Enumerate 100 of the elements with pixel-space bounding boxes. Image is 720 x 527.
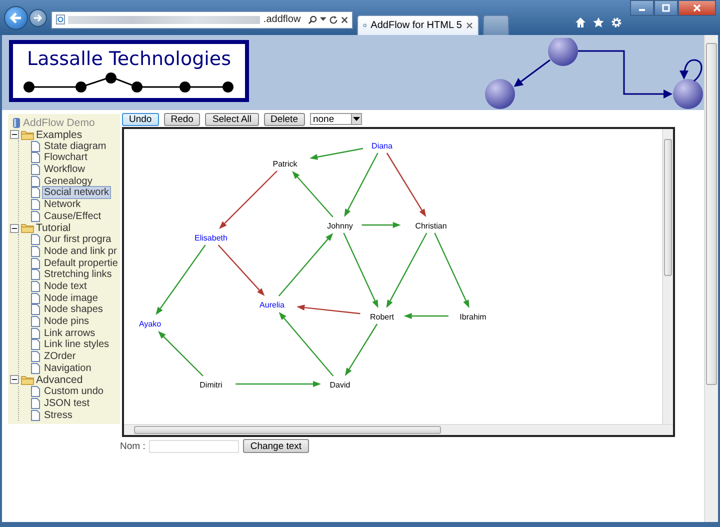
tree-item[interactable]: Node shapes: [43, 304, 104, 316]
node-label[interactable]: Ayako: [138, 320, 162, 328]
tree-item[interactable]: State diagram: [43, 140, 108, 152]
search-icon[interactable]: [308, 14, 317, 24]
link-arrow[interactable]: [386, 152, 426, 217]
tree-item[interactable]: Our first progra: [43, 234, 112, 246]
document-icon: [31, 410, 40, 421]
node-label[interactable]: David: [330, 380, 350, 390]
link-arrow[interactable]: [310, 148, 364, 160]
toolbar-button[interactable]: Delete: [264, 112, 305, 126]
tree-item[interactable]: Node and link pr: [43, 246, 118, 257]
expander-toggle[interactable]: [10, 130, 19, 140]
change-text-button[interactable]: Change text: [243, 439, 309, 453]
node-label[interactable]: Ibrahim: [460, 312, 486, 322]
document-icon: [31, 339, 40, 350]
tree-item[interactable]: Network: [43, 199, 82, 210]
link-arrow[interactable]: [404, 313, 448, 319]
node-label[interactable]: Patrick: [272, 160, 298, 168]
close-button[interactable]: [678, 0, 716, 16]
tree-item[interactable]: JSON test: [43, 398, 91, 409]
link-arrow[interactable]: [156, 244, 206, 315]
node-label[interactable]: Dimitri: [200, 380, 222, 390]
document-icon: [31, 176, 40, 187]
tree-item[interactable]: Node pins: [43, 316, 90, 328]
tree-item[interactable]: Stretching links: [43, 269, 113, 280]
link-arrow[interactable]: [278, 233, 334, 296]
tree-item[interactable]: Workflow: [43, 164, 86, 176]
folder-icon: [21, 374, 34, 385]
vertical-scrollbar[interactable]: [662, 129, 673, 424]
tree-folder[interactable]: Tutorial: [36, 222, 71, 234]
minimize-button[interactable]: [630, 0, 654, 16]
node-label[interactable]: Elisabeth: [194, 234, 228, 242]
folder-icon: [21, 130, 34, 140]
link-arrow[interactable]: [434, 232, 470, 308]
link-arrow[interactable]: [158, 331, 204, 376]
node-label[interactable]: Aurelia: [260, 300, 284, 310]
document-icon: [31, 164, 40, 176]
maximize-button[interactable]: [654, 0, 678, 16]
tree-item[interactable]: Custom undo: [43, 386, 104, 398]
browser-tab[interactable]: AddFlow for HTML 5: [357, 15, 479, 35]
toolbar-button[interactable]: Select All: [205, 112, 259, 126]
caret-icon[interactable]: [320, 17, 326, 22]
document-icon: [31, 269, 40, 280]
back-button[interactable]: [4, 6, 28, 30]
dropdown-arrow-icon[interactable]: [352, 117, 360, 121]
expander-toggle[interactable]: [10, 375, 19, 384]
toolbar-button[interactable]: Redo: [164, 112, 200, 126]
tree-folder[interactable]: Examples: [36, 128, 82, 141]
node-label[interactable]: Johnny: [327, 222, 353, 230]
document-icon: [31, 210, 40, 222]
node-label[interactable]: Diana: [372, 142, 392, 150]
home-icon[interactable]: [575, 17, 586, 28]
document-icon: [31, 199, 40, 210]
document-icon: [31, 386, 40, 398]
link-arrow[interactable]: [218, 244, 265, 296]
back-arrow-icon: [8, 10, 24, 26]
horizontal-scrollbar[interactable]: [124, 424, 673, 435]
document-icon: [31, 280, 40, 292]
name-input-field[interactable]: [149, 440, 240, 452]
settings-icon[interactable]: [611, 17, 622, 28]
document-icon: [31, 152, 40, 164]
node-label[interactable]: Robert: [370, 312, 394, 322]
close-tab-icon[interactable]: [466, 22, 473, 29]
tree-item[interactable]: Node image: [43, 292, 99, 304]
tree-item[interactable]: Node text: [43, 280, 88, 292]
tree-item[interactable]: Genealogy: [43, 176, 94, 187]
link-arrow[interactable]: [236, 381, 321, 387]
tree-item[interactable]: Social network: [43, 187, 110, 198]
link-arrow[interactable]: [219, 170, 278, 229]
document-icon: [31, 234, 40, 246]
tree-item[interactable]: Link line styles: [43, 339, 110, 350]
link-arrow[interactable]: [343, 232, 378, 308]
link-arrow[interactable]: [344, 152, 378, 217]
dropdown[interactable]: none: [310, 113, 362, 125]
link-arrow[interactable]: [278, 312, 334, 376]
close-icon[interactable]: [340, 16, 348, 24]
node-label[interactable]: Christian: [415, 222, 447, 230]
address-field[interactable]: .addflow: [51, 10, 353, 28]
tree-item[interactable]: Flowchart: [43, 152, 88, 164]
tree-item[interactable]: Cause/Effect: [43, 210, 102, 222]
expander-toggle[interactable]: [10, 224, 19, 233]
folder-icon: [21, 223, 34, 234]
link-arrow[interactable]: [344, 324, 378, 376]
tree-item[interactable]: Navigation: [43, 362, 92, 374]
link-arrow[interactable]: [386, 232, 428, 308]
name-label: Nom :: [120, 440, 146, 452]
document-icon: [31, 328, 40, 339]
tree-folder[interactable]: Advanced: [36, 374, 83, 386]
refresh-icon[interactable]: [328, 14, 338, 24]
tree-item[interactable]: Stress: [43, 410, 74, 421]
tree-item[interactable]: ZOrder: [43, 351, 77, 362]
tree-item[interactable]: Default propertie: [43, 258, 119, 269]
link-arrow[interactable]: [292, 171, 334, 218]
page-scrollbar[interactable]: [704, 35, 718, 522]
forward-button[interactable]: [29, 8, 47, 26]
link-arrow[interactable]: [296, 304, 360, 314]
tree-item[interactable]: Link arrows: [43, 328, 96, 339]
toolbar-button[interactable]: Undo: [122, 112, 159, 126]
link-arrow[interactable]: [362, 222, 401, 228]
star-icon[interactable]: [593, 17, 604, 28]
